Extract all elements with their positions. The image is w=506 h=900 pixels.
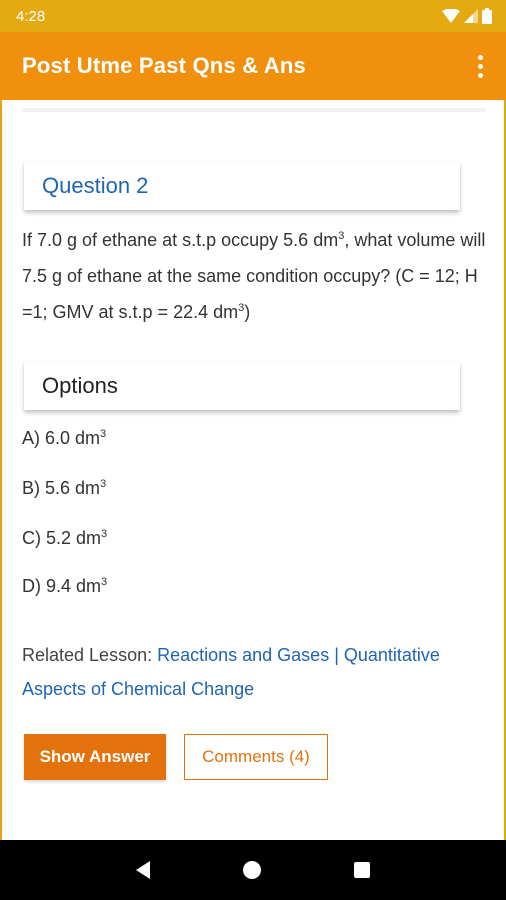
question-heading: Question 2 [24,162,460,210]
signal-icon [464,9,478,23]
back-icon[interactable] [136,861,151,879]
question-content: Question 2 If 7.0 g of ethane at s.t.p o… [2,100,504,840]
system-nav-bar [0,840,506,900]
option-c: C) 5.2 dm3 [22,528,108,548]
options-heading: Options [24,362,460,410]
divider [22,108,486,112]
recent-apps-icon[interactable] [353,862,370,878]
app-bar: Post Utme Past Qns & Ans [0,32,506,100]
wifi-icon [442,9,460,23]
related-label: Related Lesson: [22,645,158,665]
status-bar: 4:28 [0,0,506,32]
battery-icon [482,8,492,24]
question-text: If 7.0 g of ethane at s.t.p occupy 5.6 d… [22,230,486,322]
status-icons [442,8,492,24]
comments-button[interactable]: Comments (4) [184,734,328,780]
related-lesson: Related Lesson: Reactions and Gases | Qu… [22,638,484,706]
related-link-reactions[interactable]: Reactions and Gases [157,645,329,665]
option-d: D) 9.4 dm3 [22,576,108,596]
status-time: 4:28 [16,7,46,25]
more-vert-icon[interactable] [468,52,492,80]
show-answer-button[interactable]: Show Answer [24,734,166,780]
home-icon[interactable] [242,861,261,879]
app-title: Post Utme Past Qns & Ans [22,53,306,78]
option-a: A) 6.0 dm3 [22,428,107,448]
related-separator: | [329,645,344,665]
option-b: B) 5.6 dm3 [22,478,107,498]
